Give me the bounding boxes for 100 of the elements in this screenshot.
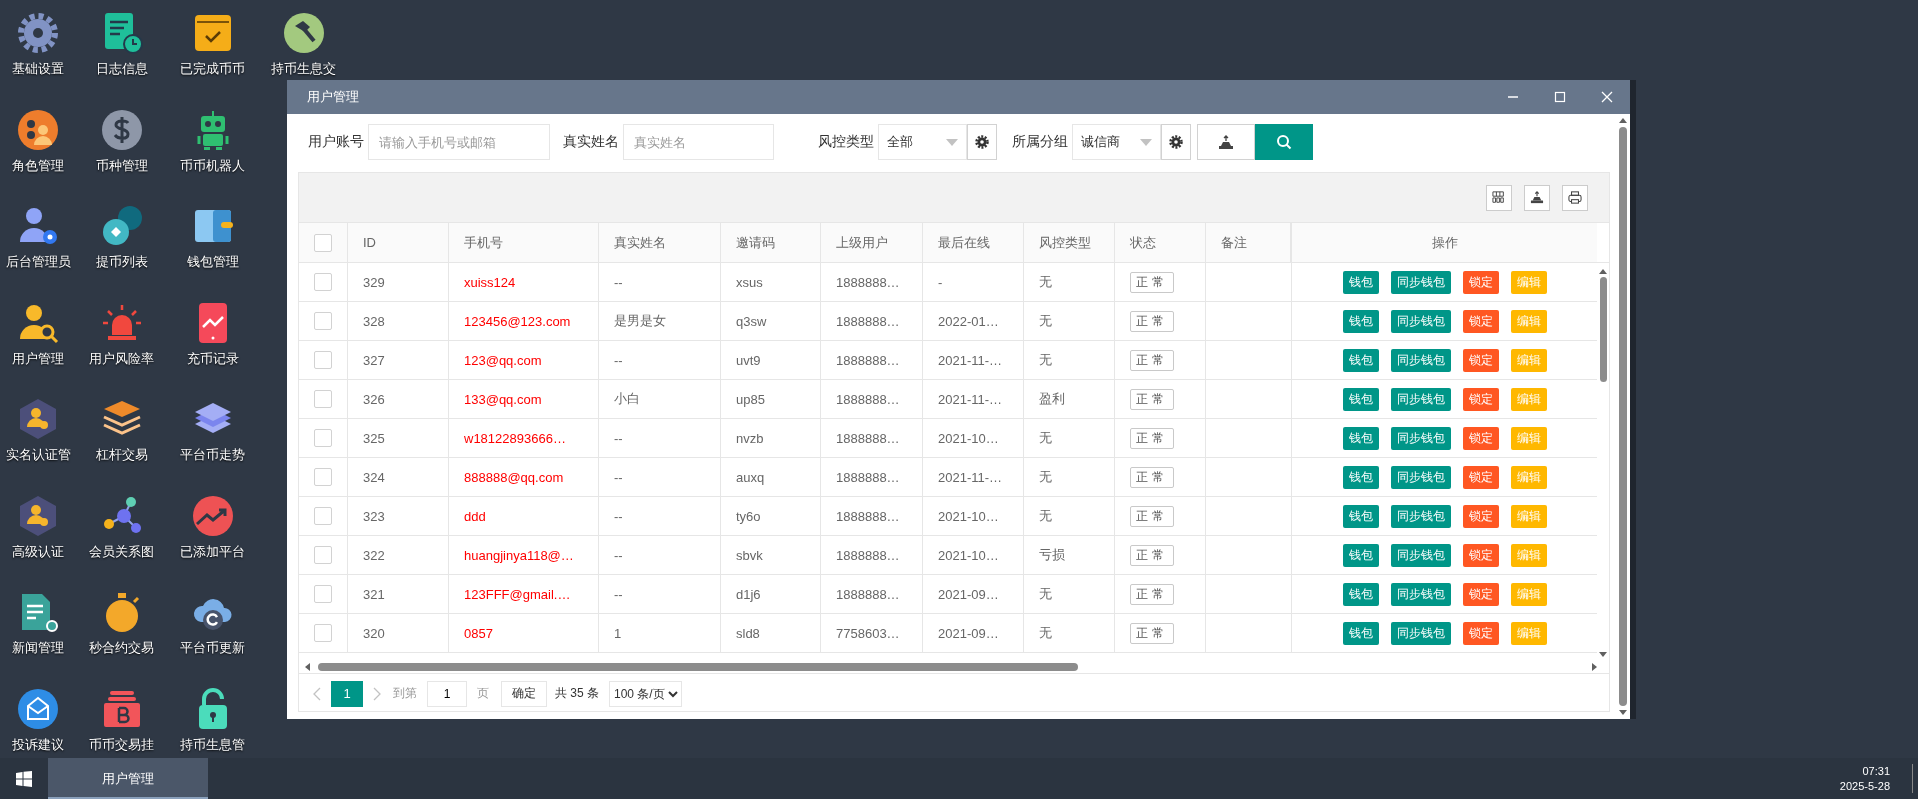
checkbox[interactable] [314, 390, 332, 408]
checkbox[interactable] [314, 468, 332, 486]
windows-logo-icon[interactable] [16, 770, 32, 787]
table-cell: 2021-10… [923, 419, 1024, 458]
input-field[interactable]: 请输入手机号或邮箱 [368, 124, 550, 160]
confirm-button[interactable]: 确定 [501, 680, 547, 707]
action-button[interactable]: 锁定 [1462, 309, 1499, 333]
printer-icon [1568, 191, 1582, 204]
status-button[interactable]: 正常 [1130, 583, 1174, 605]
checkbox[interactable] [314, 351, 332, 369]
account-link[interactable]: w18122893666… [449, 419, 599, 458]
hammer-icon[interactable] [281, 11, 326, 55]
select-field[interactable]: 全部 [878, 124, 967, 160]
table-cell: 2021-09… [923, 575, 1024, 614]
export-button[interactable] [1524, 184, 1550, 211]
settings-icon[interactable] [16, 11, 60, 55]
account-link[interactable]: 123456@123.com [449, 302, 599, 341]
action-button[interactable]: 同步钱包 [1390, 426, 1451, 450]
action-button[interactable]: 钱包 [1342, 387, 1379, 411]
select-field[interactable]: 诚信商 [1072, 124, 1161, 160]
action-button[interactable]: 同步钱包 [1390, 504, 1451, 528]
input-field[interactable]: 真实姓名 [623, 124, 774, 160]
page-input[interactable]: 1 [427, 680, 467, 707]
action-button[interactable]: 锁定 [1462, 348, 1499, 372]
action-button[interactable]: 钱包 [1342, 465, 1379, 489]
page-size-select[interactable]: 100 条/页 [609, 680, 682, 707]
action-button[interactable]: 锁定 [1462, 270, 1499, 294]
status-button[interactable]: 正常 [1130, 388, 1174, 410]
action-button[interactable]: 锁定 [1462, 426, 1499, 450]
checkbox[interactable] [314, 546, 332, 564]
table-cell: q3sw [721, 302, 821, 341]
table-cell: 无 [1024, 575, 1115, 614]
status-button[interactable]: 正常 [1130, 271, 1174, 293]
scrollbar-thumb[interactable] [318, 663, 1078, 671]
account-link[interactable]: ddd [449, 497, 599, 536]
table-cell: -- [599, 575, 721, 614]
action-button[interactable]: 同步钱包 [1390, 387, 1451, 411]
scrollbar-thumb[interactable] [1618, 127, 1627, 706]
action-button[interactable]: 同步钱包 [1390, 621, 1451, 645]
action-button[interactable]: 钱包 [1342, 426, 1379, 450]
checkbox[interactable] [314, 585, 332, 603]
status-button[interactable]: 正常 [1130, 466, 1174, 488]
status-button[interactable]: 正常 [1130, 427, 1174, 449]
status-button[interactable]: 正常 [1130, 349, 1174, 371]
checkbox[interactable] [314, 624, 332, 642]
action-button[interactable]: 钱包 [1342, 621, 1379, 645]
account-link[interactable]: 123@qq.com [449, 341, 599, 380]
people-icon[interactable] [16, 107, 60, 152]
settings-button[interactable] [1161, 124, 1191, 160]
columns-button[interactable] [1486, 184, 1512, 211]
column-header: 状态 [1115, 223, 1206, 263]
table-cell: -- [599, 536, 721, 575]
action-button[interactable]: 锁定 [1462, 504, 1499, 528]
settings-button[interactable] [967, 124, 997, 160]
action-button[interactable]: 钱包 [1342, 582, 1379, 606]
page-button[interactable]: 1 [331, 680, 363, 707]
action-button[interactable]: 钱包 [1342, 309, 1379, 333]
status-button[interactable]: 正常 [1130, 310, 1174, 332]
checkbox[interactable] [314, 507, 332, 525]
maximize-icon[interactable] [1553, 91, 1566, 103]
account-link[interactable]: 0857 [449, 614, 599, 653]
action-button[interactable]: 同步钱包 [1390, 309, 1451, 333]
table-cell: auxq [721, 458, 821, 497]
account-link[interactable]: xuiss124 [449, 263, 599, 302]
action-button[interactable]: 锁定 [1462, 387, 1499, 411]
print-button[interactable] [1562, 184, 1588, 211]
dollar-icon[interactable] [99, 107, 144, 152]
status-button[interactable]: 正常 [1130, 544, 1174, 566]
action-button[interactable]: 同步钱包 [1390, 348, 1451, 372]
checkbox[interactable] [314, 233, 332, 252]
checkbox[interactable] [314, 312, 332, 330]
action-button[interactable]: 锁定 [1462, 621, 1499, 645]
account-link[interactable]: huangjinya118@… [449, 536, 599, 575]
checkbox[interactable] [314, 273, 332, 291]
taskbar-item[interactable]: 用户管理 [48, 758, 208, 799]
export-button[interactable] [1197, 124, 1255, 160]
envelope-icon[interactable] [16, 686, 60, 731]
account-link[interactable]: 888888@qq.com [449, 458, 599, 497]
action-button[interactable]: 同步钱包 [1390, 582, 1451, 606]
action-button[interactable]: 锁定 [1462, 465, 1499, 489]
action-button[interactable]: 钱包 [1342, 270, 1379, 294]
account-link[interactable]: 123FFF@gmail.… [449, 575, 599, 614]
action-button[interactable]: 钱包 [1342, 504, 1379, 528]
action-button[interactable]: 锁定 [1462, 543, 1499, 567]
action-button[interactable]: 同步钱包 [1390, 270, 1451, 294]
action-button[interactable]: 同步钱包 [1390, 465, 1451, 489]
account-link[interactable]: 133@qq.com [449, 380, 599, 419]
checkbox[interactable] [314, 429, 332, 447]
caret-icon [946, 138, 958, 146]
action-button[interactable]: 锁定 [1462, 582, 1499, 606]
scroll-left-icon [305, 663, 310, 671]
status-button[interactable]: 正常 [1130, 622, 1174, 644]
status-button[interactable]: 正常 [1130, 505, 1174, 527]
action-button[interactable]: 钱包 [1342, 543, 1379, 567]
table-cell: 326 [348, 380, 449, 419]
close-icon[interactable] [1600, 91, 1613, 103]
trend-chart-icon[interactable] [190, 493, 235, 538]
action-button[interactable]: 钱包 [1342, 348, 1379, 372]
action-button[interactable]: 同步钱包 [1390, 543, 1451, 567]
scrollbar-thumb[interactable] [1599, 277, 1607, 382]
